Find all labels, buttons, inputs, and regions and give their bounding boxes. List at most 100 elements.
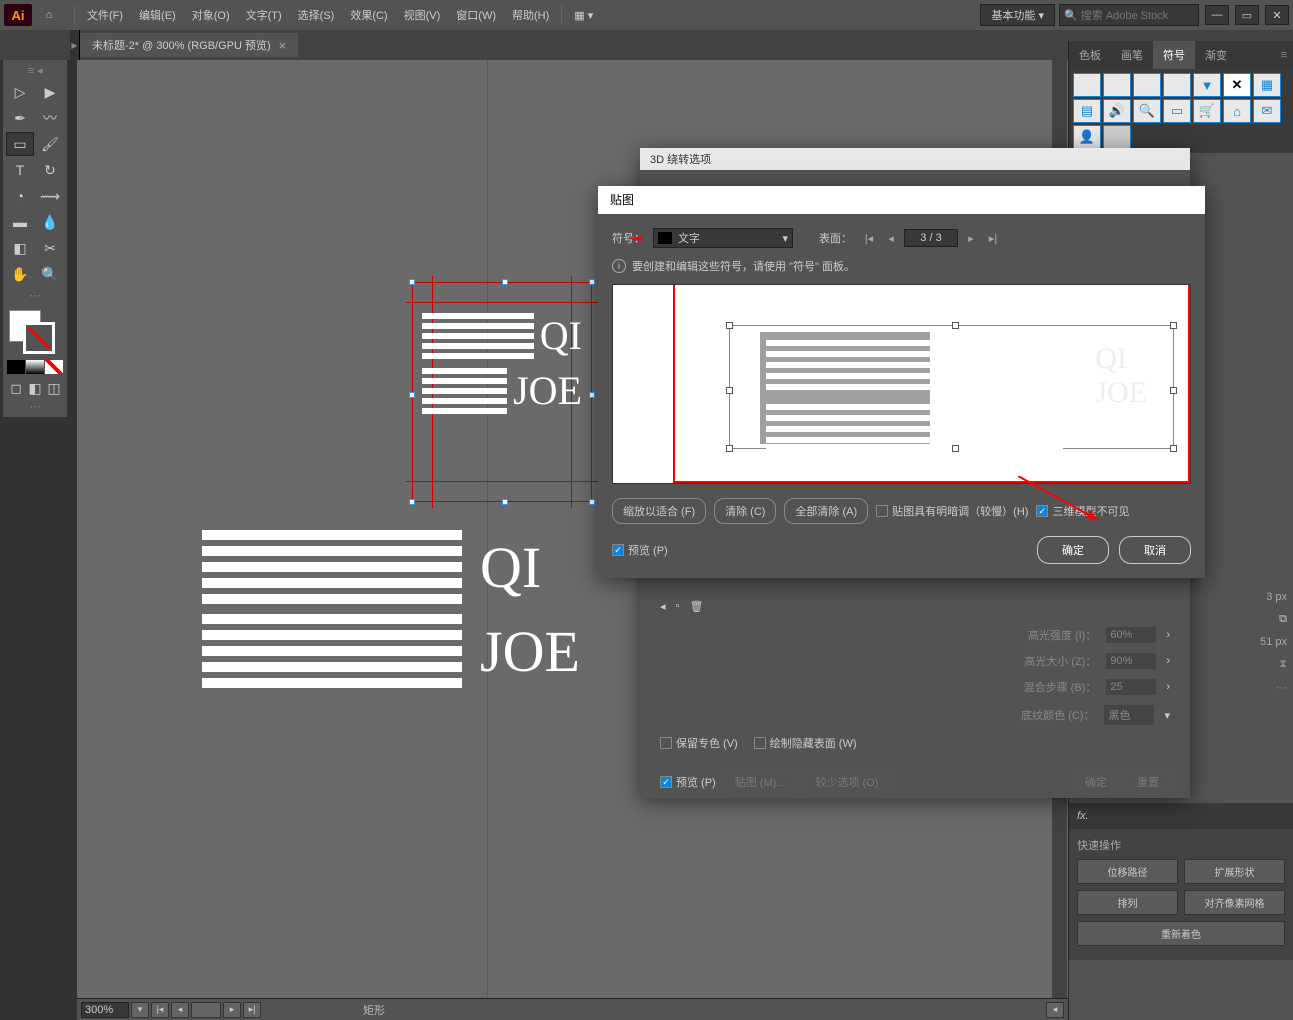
cb-preserve-spot[interactable]	[660, 737, 672, 749]
fill-stroke-swatches[interactable]	[5, 308, 65, 358]
symbol-item[interactable]: 🛒	[1193, 99, 1221, 123]
symbol-item[interactable]: 👤	[1073, 125, 1101, 149]
close-icon[interactable]: ✕	[1265, 5, 1289, 25]
hi-field[interactable]: 60%	[1106, 627, 1156, 643]
bs-field[interactable]: 25	[1106, 679, 1156, 695]
symbol-item[interactable]: 🔊	[1103, 99, 1131, 123]
symbol-select[interactable]: 文字 ▾	[653, 228, 793, 248]
nav-last-icon[interactable]: ▸|	[243, 1002, 261, 1018]
menu-window[interactable]: 窗口(W)	[448, 7, 504, 23]
home-icon[interactable]: ⌂	[38, 4, 60, 26]
menu-file[interactable]: 文件(F)	[79, 7, 131, 23]
nav-first-icon[interactable]: |◂	[151, 1002, 169, 1018]
curvature-tool[interactable]: 〰	[36, 106, 64, 130]
btn-clear-all[interactable]: 全部清除 (A)	[784, 498, 868, 524]
symbol-item[interactable]	[1073, 73, 1101, 97]
workspace-switcher[interactable]: 基本功能 ▾	[980, 4, 1055, 26]
menu-type[interactable]: 文字(T)	[238, 7, 290, 23]
symbol-item[interactable]	[1163, 73, 1191, 97]
qbtn-expand-shape[interactable]: 扩展形状	[1184, 859, 1285, 884]
btn-clear[interactable]: 清除 (C)	[714, 498, 776, 524]
guide-line[interactable]	[487, 60, 488, 998]
chevron-icon[interactable]: ›	[1166, 629, 1170, 641]
light-prev-icon[interactable]: ◂	[660, 600, 666, 613]
btn-cancel[interactable]: 取消	[1119, 536, 1191, 564]
scissors-tool[interactable]: ✂	[36, 236, 64, 260]
symbol-item[interactable]: ▭	[1163, 99, 1191, 123]
btn-fewer[interactable]: 较少选项 (O)	[804, 769, 889, 795]
zoom-tool[interactable]: 🔍	[36, 262, 64, 286]
symbol-item-selected[interactable]	[1103, 125, 1131, 149]
menu-view[interactable]: 视图(V)	[396, 7, 449, 23]
zoom-dropdown-icon[interactable]: ▾	[131, 1002, 149, 1018]
cb-preview-map[interactable]: ✓	[612, 544, 624, 556]
qbtn-recolor[interactable]: 重新着色	[1077, 921, 1285, 946]
trash-icon[interactable]: 🗑	[689, 600, 703, 613]
surface-prev-icon[interactable]: ◂	[882, 229, 900, 247]
cb-shade-artwork[interactable]	[876, 505, 888, 517]
minimize-icon[interactable]: —	[1205, 5, 1229, 25]
chevron-icon[interactable]: ›	[1166, 681, 1170, 693]
tab-close-icon[interactable]: ×	[279, 38, 287, 53]
eraser-tool[interactable]: ◧	[6, 236, 34, 260]
gradient-tool[interactable]: ▬	[6, 210, 34, 234]
tab-brushes[interactable]: 画笔	[1111, 41, 1153, 69]
zoom-input[interactable]: 300%	[81, 1002, 129, 1018]
cb-preview-3d[interactable]: ✓	[660, 776, 672, 788]
rectangle-tool[interactable]: ▭	[6, 132, 34, 156]
edit-toolbar-icon[interactable]: ⋯	[5, 287, 65, 304]
surface-last-icon[interactable]: ▸|	[984, 229, 1002, 247]
map-preview[interactable]: QIJOE	[612, 284, 1191, 484]
mapped-symbol-bounds[interactable]: QIJOE	[729, 325, 1174, 449]
menu-effect[interactable]: 效果(C)	[342, 7, 395, 23]
symbol-item[interactable]: 🔍	[1133, 99, 1161, 123]
btn-reset-3d[interactable]: 重置	[1126, 769, 1170, 795]
scroll-left-icon[interactable]: ◂	[1046, 1002, 1064, 1018]
qbtn-arrange[interactable]: 排列	[1077, 890, 1178, 915]
eyedropper-tool[interactable]: 💧	[36, 210, 64, 234]
menu-edit[interactable]: 编辑(E)	[131, 7, 184, 23]
btn-scale-fit[interactable]: 缩放以适合 (F)	[612, 498, 706, 524]
qbtn-offset-path[interactable]: 位移路径	[1077, 859, 1178, 884]
artboard-nav[interactable]	[191, 1002, 221, 1018]
gradient-mode-icon[interactable]	[26, 360, 44, 374]
qbtn-align-pixel[interactable]: 对齐像素网格	[1184, 890, 1285, 915]
btn-map[interactable]: 贴图 (M)...	[724, 769, 797, 795]
brush-tool[interactable]: 🖌	[36, 132, 64, 156]
symbol-item[interactable]: ✕	[1223, 73, 1251, 97]
tab-swatches[interactable]: 色板	[1069, 41, 1111, 69]
shape-builder-tool[interactable]: ◔	[6, 184, 34, 208]
symbol-item[interactable]: ▼	[1193, 73, 1221, 97]
restore-icon[interactable]: ▭	[1235, 5, 1259, 25]
symbol-item[interactable]: ⌂	[1223, 99, 1251, 123]
panel-menu-icon[interactable]: ≡	[1275, 49, 1293, 61]
screen-mode-icon[interactable]: ⋯	[5, 398, 65, 415]
surface-first-icon[interactable]: |◂	[860, 229, 878, 247]
menu-object[interactable]: 对象(O)	[184, 7, 238, 23]
symbol-item[interactable]: ▤	[1073, 99, 1101, 123]
draw-normal-icon[interactable]: ◻	[8, 379, 24, 397]
cb-draw-hidden[interactable]	[754, 737, 766, 749]
menu-select[interactable]: 选择(S)	[290, 7, 343, 23]
search-stock[interactable]: 🔍 搜索 Adobe Stock	[1059, 4, 1199, 26]
pen-tool[interactable]: ✒	[6, 106, 34, 130]
surface-counter[interactable]: 3 / 3	[904, 229, 958, 247]
none-mode-icon[interactable]	[45, 360, 63, 374]
menu-help[interactable]: 帮助(H)	[504, 7, 557, 23]
nav-prev-icon[interactable]: ◂	[171, 1002, 189, 1018]
symbol-item[interactable]: ✉	[1253, 99, 1281, 123]
btn-ok[interactable]: 确定	[1037, 536, 1109, 564]
panel-expander[interactable]: ▶	[70, 30, 80, 60]
nav-next-icon[interactable]: ▸	[223, 1002, 241, 1018]
color-mode-icon[interactable]	[7, 360, 25, 374]
stroke-swatch[interactable]	[23, 322, 55, 354]
surface-next-icon[interactable]: ▸	[962, 229, 980, 247]
symbol-item[interactable]: ▦	[1253, 73, 1281, 97]
cb-invisible-geometry[interactable]: ✓	[1036, 505, 1048, 517]
arrange-documents-icon[interactable]: ▦ ▾	[566, 9, 601, 22]
link-icon[interactable]: ⧉	[1260, 613, 1287, 626]
symbol-item[interactable]	[1133, 73, 1161, 97]
tab-gradient[interactable]: 渐变	[1195, 41, 1237, 69]
light-add-icon[interactable]: ▫	[676, 600, 680, 613]
draw-behind-icon[interactable]: ◧	[27, 379, 43, 397]
